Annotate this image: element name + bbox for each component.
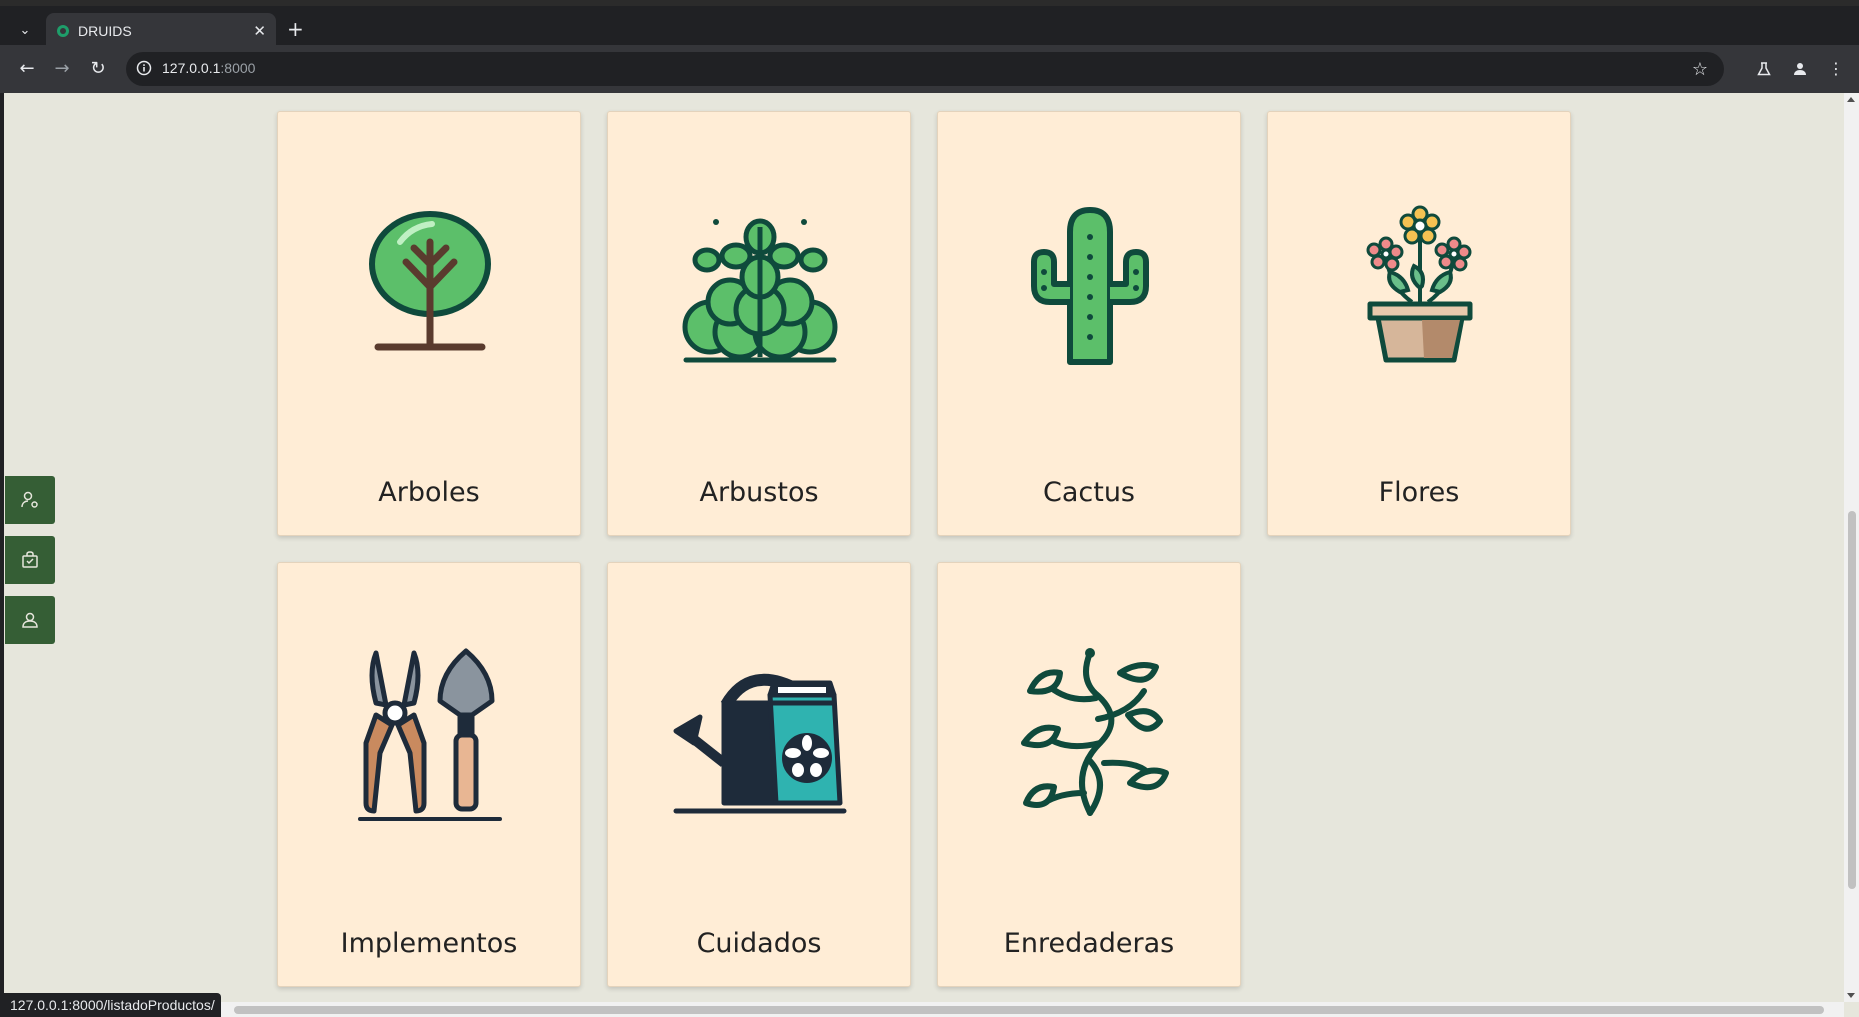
new-tab-button[interactable]: + bbox=[287, 19, 304, 39]
profile-icon[interactable] bbox=[1788, 57, 1812, 81]
category-label: Cactus bbox=[1042, 477, 1135, 508]
garden-tools-icon bbox=[358, 648, 502, 821]
category-label: Flores bbox=[1378, 477, 1460, 508]
reload-icon[interactable]: ↻ bbox=[86, 57, 110, 81]
category-card-cuidados[interactable]: Cuidados bbox=[607, 562, 911, 987]
account-settings-button[interactable] bbox=[5, 476, 55, 524]
scroll-down-arrow-icon[interactable] bbox=[1847, 993, 1855, 998]
vertical-scroll-thumb[interactable] bbox=[1848, 511, 1856, 889]
back-icon[interactable]: ← bbox=[15, 57, 39, 81]
tab-strip: ⌄ DRUIDS ✕ + bbox=[0, 0, 1859, 51]
browser-toolbar: ← → ↻ 127.0.0.1:8000 ☆ ⋮ bbox=[0, 45, 1859, 93]
link-status-bubble: 127.0.0.1:8000/listadoProductos/ bbox=[4, 993, 221, 1017]
bookmark-star-icon[interactable]: ☆ bbox=[1692, 59, 1708, 80]
user-settings-icon bbox=[21, 491, 38, 508]
shrub-icon bbox=[682, 218, 838, 363]
page-viewport: Arboles Arbustos Cactus Flores Implement… bbox=[0, 93, 1859, 1017]
tab-search-button[interactable]: ⌄ bbox=[14, 20, 36, 42]
flower-pot-icon bbox=[1366, 205, 1473, 363]
category-card-implementos[interactable]: Implementos bbox=[277, 562, 581, 987]
horizontal-scroll-thumb[interactable] bbox=[234, 1006, 1824, 1014]
category-label: Enredaderas bbox=[1003, 928, 1175, 959]
scroll-up-arrow-icon[interactable] bbox=[1847, 97, 1855, 102]
site-info-icon[interactable] bbox=[136, 60, 152, 76]
menu-kebab-icon[interactable]: ⋮ bbox=[1824, 57, 1848, 81]
url-text: 127.0.0.1:8000 bbox=[162, 60, 255, 76]
shopping-bag-icon bbox=[22, 551, 38, 568]
shopping-bag-button[interactable] bbox=[5, 536, 55, 584]
url-port: :8000 bbox=[220, 60, 256, 76]
category-card-enredaderas[interactable]: Enredaderas bbox=[937, 562, 1241, 987]
category-card-arbustos[interactable]: Arbustos bbox=[607, 111, 911, 536]
forward-icon[interactable]: → bbox=[50, 57, 74, 81]
category-label: Arbustos bbox=[699, 477, 819, 508]
users-icon bbox=[22, 612, 38, 628]
tree-icon bbox=[369, 211, 491, 351]
horizontal-scrollbar[interactable] bbox=[4, 1002, 1844, 1017]
labs-flask-icon[interactable] bbox=[1752, 57, 1776, 81]
address-bar[interactable]: 127.0.0.1:8000 ☆ bbox=[126, 52, 1724, 86]
category-label: Implementos bbox=[340, 928, 518, 959]
vertical-scrollbar[interactable] bbox=[1844, 93, 1859, 1002]
window-edge bbox=[0, 93, 4, 1017]
tab-title: DRUIDS bbox=[78, 23, 132, 39]
category-card-flores[interactable]: Flores bbox=[1267, 111, 1571, 536]
watering-can-icon bbox=[673, 673, 847, 814]
category-card-arboles[interactable]: Arboles bbox=[277, 111, 581, 536]
category-label: Arboles bbox=[378, 477, 480, 508]
vine-icon bbox=[1021, 648, 1169, 816]
tab-close-icon[interactable]: ✕ bbox=[253, 22, 266, 40]
favicon-icon bbox=[57, 25, 69, 37]
category-card-cactus[interactable]: Cactus bbox=[937, 111, 1241, 536]
category-label: Cuidados bbox=[696, 928, 822, 959]
cactus-icon bbox=[1031, 207, 1149, 365]
url-host: 127.0.0.1 bbox=[162, 60, 221, 76]
users-button[interactable] bbox=[5, 596, 55, 644]
